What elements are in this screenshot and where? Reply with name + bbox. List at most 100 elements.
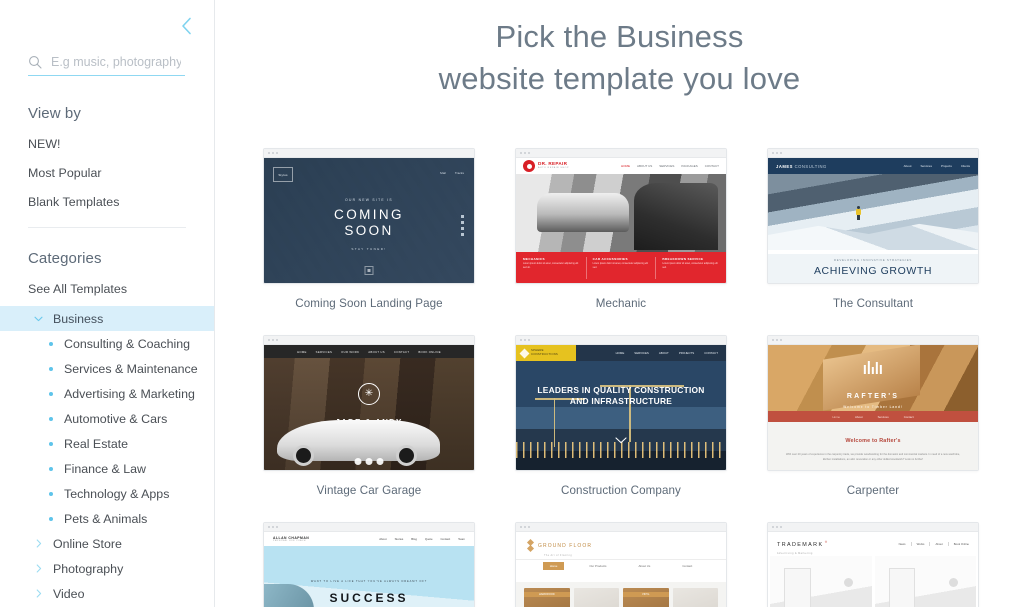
bullet-icon bbox=[49, 491, 53, 496]
template-card[interactable]: DR. REPAIR AUTO REPAIR SHOP HOME ABOUT U… bbox=[515, 148, 727, 310]
template-card-label: Mechanic bbox=[595, 297, 647, 310]
preview-nav: HOME SERVICES OUR WORK ABOUT US CONTACT … bbox=[264, 345, 474, 358]
preview-eyebrow: DEVELOPING INNOVATIVE STRATEGIES bbox=[834, 258, 912, 262]
browser-chrome-bar bbox=[516, 149, 726, 158]
preview-logo-icon bbox=[523, 160, 535, 172]
sidebar-item-most-popular[interactable]: Most Popular bbox=[28, 166, 102, 180]
sidebar-subitem-advertising-marketing[interactable]: Advertising & Marketing bbox=[0, 381, 214, 406]
template-card[interactable]: GROUND FLOOR The Art of Flooring Home Ou… bbox=[515, 522, 727, 607]
preview-logo-icon bbox=[358, 382, 380, 405]
categories-heading: Categories bbox=[28, 250, 102, 267]
sidebar-subitem-real-estate[interactable]: Real Estate bbox=[0, 431, 214, 456]
template-card-label: Coming Soon Landing Page bbox=[295, 297, 443, 310]
preview-headline: SUCCESS bbox=[329, 590, 409, 605]
view-by-heading: View by bbox=[28, 105, 81, 122]
template-card[interactable]: SPHERE CONSTRUCTIONS HOME SERVICES ABOUT… bbox=[515, 335, 727, 497]
search-box[interactable] bbox=[28, 55, 185, 76]
preview-brand: JAMES CONSULTING bbox=[776, 163, 827, 169]
template-thumbnail[interactable]: RAFTER'S Welcome to Timber Land! Home Ab… bbox=[767, 335, 979, 471]
preview-nav: Home Our Products About Us Contact bbox=[516, 559, 726, 571]
template-preview: ALLAN CHAPMAN PERSONAL LIFE COACH About … bbox=[264, 532, 474, 607]
browser-chrome-bar bbox=[516, 523, 726, 532]
search-input[interactable] bbox=[51, 55, 181, 69]
preview-scroll-icon bbox=[364, 266, 374, 275]
sidebar-subitem-label: Real Estate bbox=[64, 436, 129, 451]
sidebar-item-photography[interactable]: Photography bbox=[0, 556, 214, 581]
sidebar-subitem-consulting-coaching[interactable]: Consulting & Coaching bbox=[0, 331, 214, 356]
preview-eyebrow: OUR NEW SITE IS bbox=[345, 198, 393, 202]
sidebar-subitem-label: Consulting & Coaching bbox=[64, 336, 191, 351]
template-thumbnail[interactable]: HOME SERVICES OUR WORK ABOUT US CONTACT … bbox=[263, 335, 475, 471]
sidebar-item-video[interactable]: Video bbox=[0, 581, 214, 606]
template-preview: HOME SERVICES OUR WORK ABOUT US CONTACT … bbox=[264, 345, 474, 470]
chevron-down-icon bbox=[33, 313, 44, 324]
preview-nav: News Works About Book Online bbox=[894, 542, 969, 546]
template-card[interactable]: TRADEMARK ® Advertising & Marketing News … bbox=[767, 522, 979, 607]
page-title-line-2: website template you love bbox=[438, 60, 801, 96]
browser-chrome-bar bbox=[264, 523, 474, 532]
template-card-label: Vintage Car Garage bbox=[316, 484, 422, 497]
sidebar-subitem-automotive-cars[interactable]: Automotive & Cars bbox=[0, 406, 214, 431]
template-thumbnail[interactable]: GROUND FLOOR The Art of Flooring Home Ou… bbox=[515, 522, 727, 607]
template-card-label: Carpenter bbox=[846, 484, 900, 497]
template-thumbnail[interactable]: TRADEMARK ® Advertising & Marketing News … bbox=[767, 522, 979, 607]
preview-photo bbox=[768, 174, 978, 250]
sidebar-subitem-services-maintenance[interactable]: Services & Maintenance bbox=[0, 356, 214, 381]
preview-photo: LEADERS IN QUALITY CONSTRUCTION AND INFR… bbox=[516, 361, 726, 470]
sidebar-item-business[interactable]: Business bbox=[0, 306, 214, 331]
template-card[interactable]: JAMES CONSULTING About Services Projects… bbox=[767, 148, 979, 310]
template-preview: SPHERE CONSTRUCTIONS HOME SERVICES ABOUT… bbox=[516, 345, 726, 470]
sidebar-subitem-pets-animals[interactable]: Pets & Animals bbox=[0, 506, 214, 531]
template-preview: DR. REPAIR AUTO REPAIR SHOP HOME ABOUT U… bbox=[516, 158, 726, 283]
preview-social-icons bbox=[461, 215, 464, 236]
browser-chrome-bar bbox=[264, 336, 474, 345]
sidebar-item-blank-templates[interactable]: Blank Templates bbox=[28, 195, 119, 209]
sidebar-item-new[interactable]: NEW! bbox=[28, 137, 61, 151]
preview-headline: COMING SOON bbox=[334, 207, 404, 239]
page-title-line-1: Pick the Business bbox=[495, 19, 744, 54]
template-card[interactable]: Stylus Mail Tracks OUR NEW SITE IS COMIN… bbox=[263, 148, 475, 310]
preview-feature-bar: MECHANICS Lorem ipsum dolor sit amet, co… bbox=[516, 252, 726, 283]
main-content: Pick the Business website template you l… bbox=[215, 0, 1024, 607]
registered-icon: ® bbox=[824, 540, 829, 544]
preview-brand: RAFTER'S Welcome to Timber Land! bbox=[843, 393, 903, 409]
preview-brand: DR. REPAIR AUTO REPAIR SHOP bbox=[538, 161, 570, 170]
preview-nav: HOME ABOUT US SERVICES PACKAGES CONTACT bbox=[621, 164, 719, 168]
bullet-icon bbox=[49, 441, 53, 446]
template-thumbnail[interactable]: SPHERE CONSTRUCTIONS HOME SERVICES ABOUT… bbox=[515, 335, 727, 471]
template-thumbnail[interactable]: Stylus Mail Tracks OUR NEW SITE IS COMIN… bbox=[263, 148, 475, 284]
sidebar: View by NEW! Most Popular Blank Template… bbox=[0, 0, 215, 607]
bullet-icon bbox=[49, 516, 53, 521]
template-thumbnail[interactable]: ALLAN CHAPMAN PERSONAL LIFE COACH About … bbox=[263, 522, 475, 607]
sidebar-subitem-technology-apps[interactable]: Technology & Apps bbox=[0, 481, 214, 506]
sidebar-item-see-all-templates[interactable]: See All Templates bbox=[28, 282, 127, 296]
template-thumbnail[interactable]: JAMES CONSULTING About Services Projects… bbox=[767, 148, 979, 284]
template-card-label: Construction Company bbox=[561, 484, 681, 497]
browser-chrome-bar bbox=[768, 336, 978, 345]
sidebar-subitem-finance-law[interactable]: Finance & Law bbox=[0, 456, 214, 481]
sidebar-subitem-label: Technology & Apps bbox=[64, 486, 170, 501]
template-card[interactable]: ALLAN CHAPMAN PERSONAL LIFE COACH About … bbox=[263, 522, 475, 607]
preview-car-graphic bbox=[276, 420, 441, 466]
browser-chrome-bar bbox=[768, 523, 978, 532]
preview-headline: ACHIEVING GROWTH bbox=[813, 265, 933, 277]
sidebar-collapse-button[interactable] bbox=[176, 14, 196, 38]
template-thumbnail[interactable]: DR. REPAIR AUTO REPAIR SHOP HOME ABOUT U… bbox=[515, 148, 727, 284]
sidebar-item-online-store[interactable]: Online Store bbox=[0, 531, 214, 556]
preview-logo-text: Stylus bbox=[278, 172, 288, 177]
preview-photo: WANT TO LIVE A LIFE THAT YOU'VE ALWAYS D… bbox=[264, 546, 474, 607]
template-grid: Stylus Mail Tracks OUR NEW SITE IS COMIN… bbox=[263, 148, 983, 607]
sidebar-item-label: Online Store bbox=[53, 536, 122, 551]
browser-chrome-bar bbox=[516, 336, 726, 345]
preview-logo: Stylus bbox=[273, 167, 293, 182]
preview-photo bbox=[768, 556, 978, 607]
template-card[interactable]: RAFTER'S Welcome to Timber Land! Home Ab… bbox=[767, 335, 979, 497]
preview-nav: Mail Tracks bbox=[440, 171, 464, 175]
template-preview: JAMES CONSULTING About Services Projects… bbox=[768, 158, 978, 283]
preview-headline: Welcome to Rafter's bbox=[845, 438, 901, 444]
template-card[interactable]: HOME SERVICES OUR WORK ABOUT US CONTACT … bbox=[263, 335, 475, 497]
bullet-icon bbox=[49, 416, 53, 421]
chevron-left-icon bbox=[181, 17, 192, 35]
template-preview: Stylus Mail Tracks OUR NEW SITE IS COMIN… bbox=[264, 158, 474, 283]
template-preview: RAFTER'S Welcome to Timber Land! Home Ab… bbox=[768, 345, 978, 470]
